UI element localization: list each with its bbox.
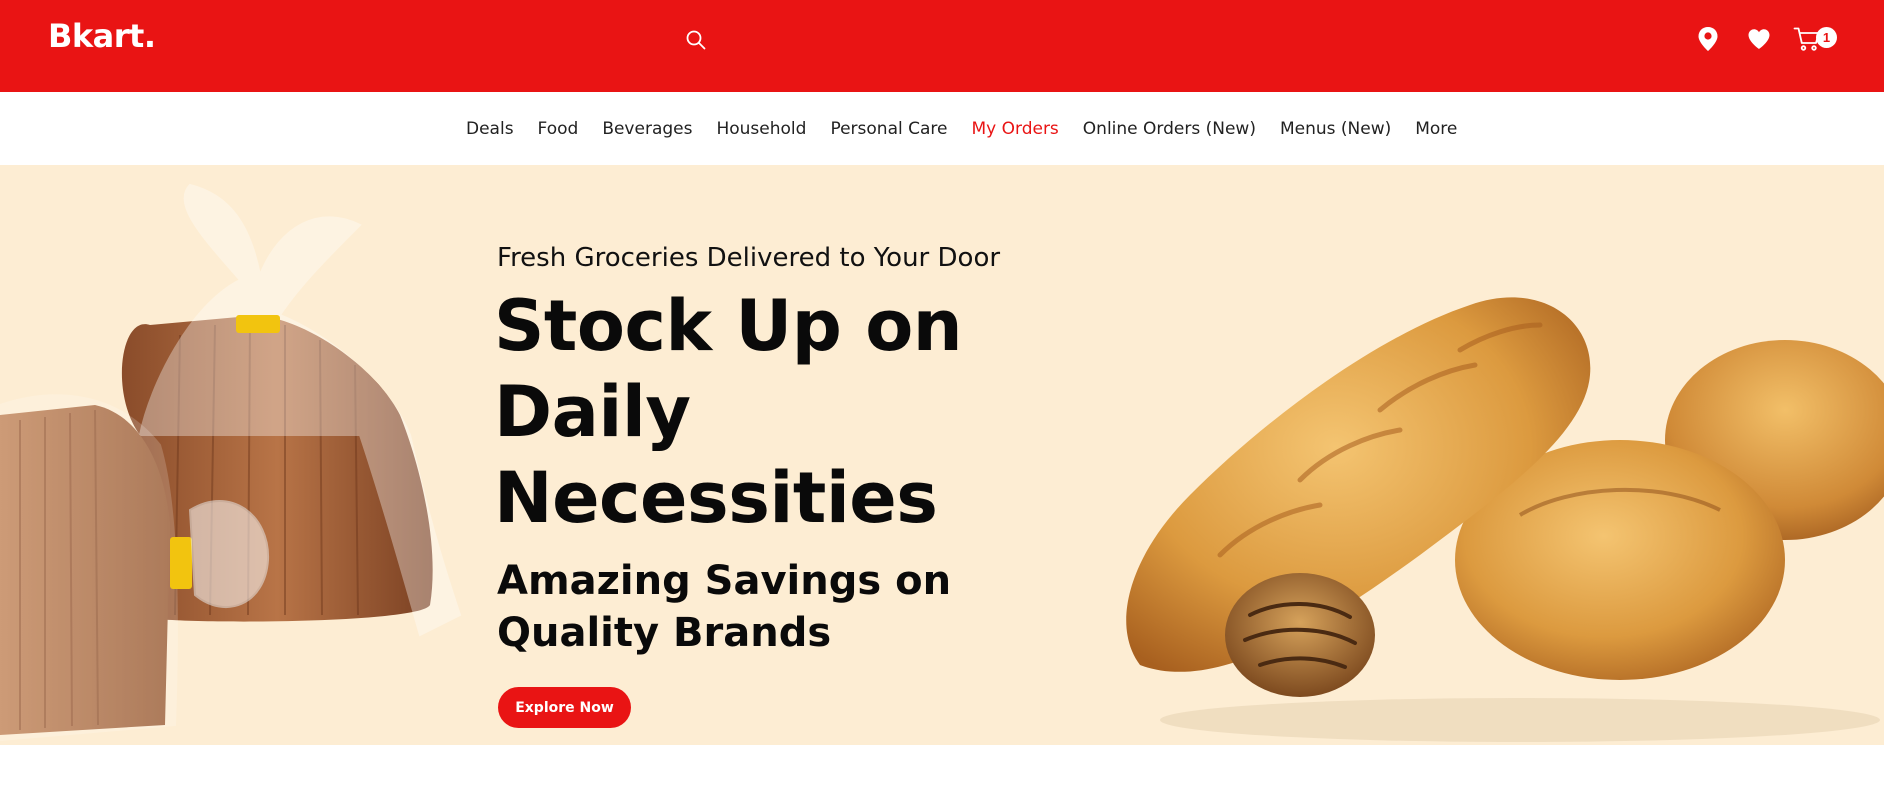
top-header: Bkart. 1	[0, 0, 1884, 92]
search-icon	[686, 30, 706, 50]
cart-count-badge: 1	[1816, 27, 1837, 48]
baked-bread-loaves-image	[1126, 297, 1884, 742]
nav-item-beverages[interactable]: Beverages	[602, 119, 692, 139]
location-icon	[1698, 27, 1718, 51]
nav-item-my-orders[interactable]: My Orders	[971, 119, 1058, 139]
nav-item-online-orders[interactable]: Online Orders (New)	[1083, 119, 1256, 139]
nav-item-food[interactable]: Food	[538, 119, 579, 139]
hero-banner: Fresh Groceries Delivered to Your Door S…	[0, 165, 1884, 745]
nav-item-deals[interactable]: Deals	[466, 119, 514, 139]
nav-item-household[interactable]: Household	[716, 119, 806, 139]
wishlist-button[interactable]	[1742, 22, 1776, 56]
brand-logo[interactable]: Bkart.	[48, 17, 156, 55]
hero-eyebrow: Fresh Groceries Delivered to Your Door	[497, 243, 1001, 273]
nav-item-menus[interactable]: Menus (New)	[1280, 119, 1391, 139]
hero-subtitle: Amazing Savings on Quality Brands	[497, 558, 952, 656]
location-button[interactable]	[1691, 22, 1725, 56]
heart-icon	[1748, 29, 1770, 49]
nav-item-personal-care[interactable]: Personal Care	[830, 119, 947, 139]
search-button[interactable]	[684, 28, 712, 56]
sliced-bread-bag-image	[0, 183, 462, 742]
nav-item-more[interactable]: More	[1415, 119, 1457, 139]
main-nav: Deals Food Beverages Household Personal …	[0, 92, 1884, 165]
hero-title: Stock Up on Daily Necessities	[494, 285, 963, 539]
nav-list: Deals Food Beverages Household Personal …	[466, 92, 1481, 165]
explore-now-button[interactable]: Explore Now	[498, 687, 631, 728]
cart-button[interactable]: 1	[1790, 22, 1837, 56]
